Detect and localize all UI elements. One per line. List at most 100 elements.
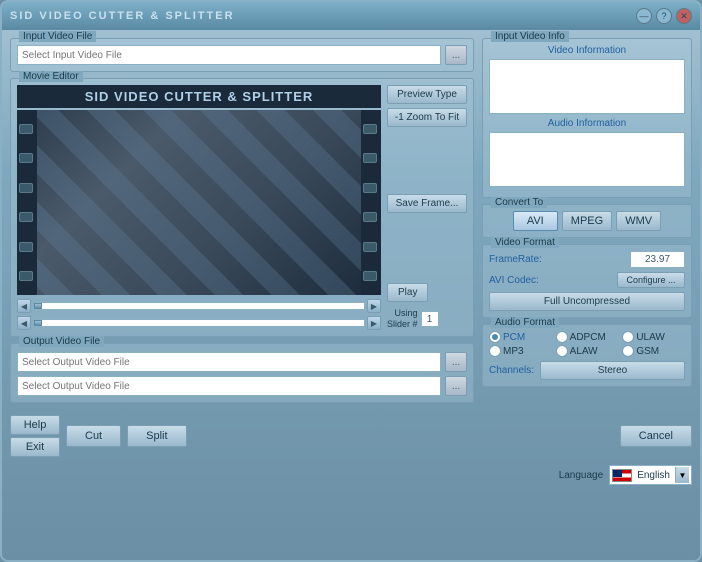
gsm-option[interactable]: GSM bbox=[622, 345, 685, 357]
slider-left-arrow-2[interactable]: ◀ bbox=[17, 316, 31, 330]
left-panel: Input Video File ... Movie Editor SID VI… bbox=[10, 38, 474, 403]
spacer bbox=[387, 131, 467, 190]
flag-icon bbox=[612, 469, 632, 482]
pcm-radio[interactable] bbox=[489, 331, 501, 343]
slider-right-arrow-2[interactable]: ▶ bbox=[367, 316, 381, 330]
video-format-label: Video Format bbox=[491, 237, 559, 248]
film-holes-left bbox=[17, 110, 37, 295]
video-information-title: Video Information bbox=[489, 45, 685, 56]
pcm-option[interactable]: PCM bbox=[489, 331, 552, 343]
editor-content: SID VIDEO CUTTER & SPLITTER bbox=[17, 85, 467, 330]
main-content: Input Video File ... Movie Editor SID VI… bbox=[2, 30, 700, 411]
film-hole bbox=[19, 212, 33, 222]
input-video-label: Input Video File bbox=[19, 31, 96, 42]
audio-format-group: Audio Format PCM ADPCM ULAW bbox=[482, 324, 692, 387]
dropdown-arrow-icon[interactable]: ▼ bbox=[675, 467, 689, 483]
slider-row-1: ◀ ▶ bbox=[17, 299, 381, 313]
film-hole bbox=[363, 212, 377, 222]
adpcm-option[interactable]: ADPCM bbox=[556, 331, 619, 343]
slider-track-1[interactable] bbox=[33, 302, 365, 310]
film-strip-overlay bbox=[17, 110, 381, 295]
ulaw-radio[interactable] bbox=[622, 331, 634, 343]
audio-options: PCM ADPCM ULAW MP3 bbox=[489, 331, 685, 357]
movie-editor-label: Movie Editor bbox=[19, 71, 83, 82]
cut-button[interactable]: Cut bbox=[66, 425, 121, 447]
slider-right-arrow-1[interactable]: ▶ bbox=[367, 299, 381, 313]
slider-track-2[interactable] bbox=[33, 319, 365, 327]
framerate-row: FrameRate: 23.97 bbox=[489, 251, 685, 268]
language-dropdown[interactable]: English ▼ bbox=[609, 465, 692, 485]
output-browse-button-2[interactable]: ... bbox=[445, 376, 467, 396]
input-video-info-group: Input Video Info Video Information Audio… bbox=[482, 38, 692, 198]
avi-button[interactable]: AVI bbox=[513, 211, 558, 231]
avi-codec-row: AVI Codec: Configure ... bbox=[489, 272, 685, 288]
alaw-option[interactable]: ALAW bbox=[556, 345, 619, 357]
minimize-button[interactable]: — bbox=[636, 8, 652, 24]
help-button[interactable]: ? bbox=[656, 8, 672, 24]
framerate-key: FrameRate: bbox=[489, 254, 554, 265]
main-window: SID VIDEO CUTTER & SPLITTER — ? ✕ Input … bbox=[0, 0, 702, 562]
alaw-label: ALAW bbox=[570, 346, 598, 357]
wmv-button[interactable]: WMV bbox=[616, 211, 661, 231]
title-buttons: — ? ✕ bbox=[636, 8, 692, 24]
language-label: Language bbox=[559, 470, 604, 481]
stereo-button[interactable]: Stereo bbox=[540, 361, 685, 380]
film-hole bbox=[363, 242, 377, 252]
close-button[interactable]: ✕ bbox=[676, 8, 692, 24]
title-bar: SID VIDEO CUTTER & SPLITTER — ? ✕ bbox=[2, 2, 700, 30]
input-video-group: Input Video File ... bbox=[10, 38, 474, 72]
adpcm-label: ADPCM bbox=[570, 332, 606, 343]
film-hole bbox=[363, 124, 377, 134]
language-bar: Language English ▼ bbox=[2, 463, 700, 489]
output-video-label: Output Video File bbox=[19, 336, 104, 347]
gsm-label: GSM bbox=[636, 346, 659, 357]
play-button[interactable]: Play bbox=[387, 283, 428, 302]
save-frame-button[interactable]: Save Frame... bbox=[387, 194, 467, 213]
film-hole bbox=[19, 183, 33, 193]
output-video-field-1[interactable] bbox=[17, 352, 441, 372]
output-browse-button-1[interactable]: ... bbox=[445, 352, 467, 372]
preview-type-button[interactable]: Preview Type bbox=[387, 85, 467, 104]
video-title: SID VIDEO CUTTER & SPLITTER bbox=[17, 85, 381, 108]
pcm-label: PCM bbox=[503, 332, 525, 343]
film-hole bbox=[19, 124, 33, 134]
input-video-row: ... bbox=[17, 45, 467, 65]
video-format-group: Video Format FrameRate: 23.97 AVI Codec:… bbox=[482, 244, 692, 318]
film-hole bbox=[363, 183, 377, 193]
film-hole bbox=[19, 271, 33, 281]
audio-information-title: Audio Information bbox=[489, 118, 685, 129]
convert-to-label: Convert To bbox=[491, 197, 547, 208]
configure-button[interactable]: Configure ... bbox=[617, 272, 685, 288]
zoom-to-fit-button[interactable]: -1 Zoom To Fit bbox=[387, 108, 467, 127]
input-video-field[interactable] bbox=[17, 45, 441, 65]
output-video-group: Output Video File ... ... bbox=[10, 343, 474, 403]
help-main-button[interactable]: Help bbox=[10, 415, 60, 435]
mpeg-button[interactable]: MPEG bbox=[562, 211, 612, 231]
using-slider-label: UsingSlider # bbox=[387, 308, 418, 330]
audio-format-label: Audio Format bbox=[491, 317, 559, 328]
framerate-value: 23.97 bbox=[630, 251, 685, 268]
sliders-area: ◀ ▶ ◀ ▶ bbox=[17, 299, 381, 330]
slider-thumb-2 bbox=[34, 320, 42, 326]
split-button[interactable]: Split bbox=[127, 425, 186, 447]
slider-row-2: ◀ ▶ bbox=[17, 316, 381, 330]
adpcm-radio[interactable] bbox=[556, 331, 568, 343]
ulaw-option[interactable]: ULAW bbox=[622, 331, 685, 343]
full-uncompressed-button[interactable]: Full Uncompressed bbox=[489, 292, 685, 311]
slider-left-arrow-1[interactable]: ◀ bbox=[17, 299, 31, 313]
slider-number: 1 bbox=[421, 311, 439, 327]
input-video-info-label: Input Video Info bbox=[491, 31, 569, 42]
input-browse-button[interactable]: ... bbox=[445, 45, 467, 65]
exit-button[interactable]: Exit bbox=[10, 437, 60, 457]
play-row: Play bbox=[387, 283, 467, 302]
output-video-field-2[interactable] bbox=[17, 376, 441, 396]
audio-information-box bbox=[489, 132, 685, 187]
cancel-button[interactable]: Cancel bbox=[620, 425, 692, 447]
gsm-radio[interactable] bbox=[622, 345, 634, 357]
alaw-radio[interactable] bbox=[556, 345, 568, 357]
film-hole bbox=[363, 271, 377, 281]
film-holes-right bbox=[361, 110, 381, 295]
convert-buttons: AVI MPEG WMV bbox=[489, 211, 685, 231]
mp3-radio[interactable] bbox=[489, 345, 501, 357]
mp3-option[interactable]: MP3 bbox=[489, 345, 552, 357]
